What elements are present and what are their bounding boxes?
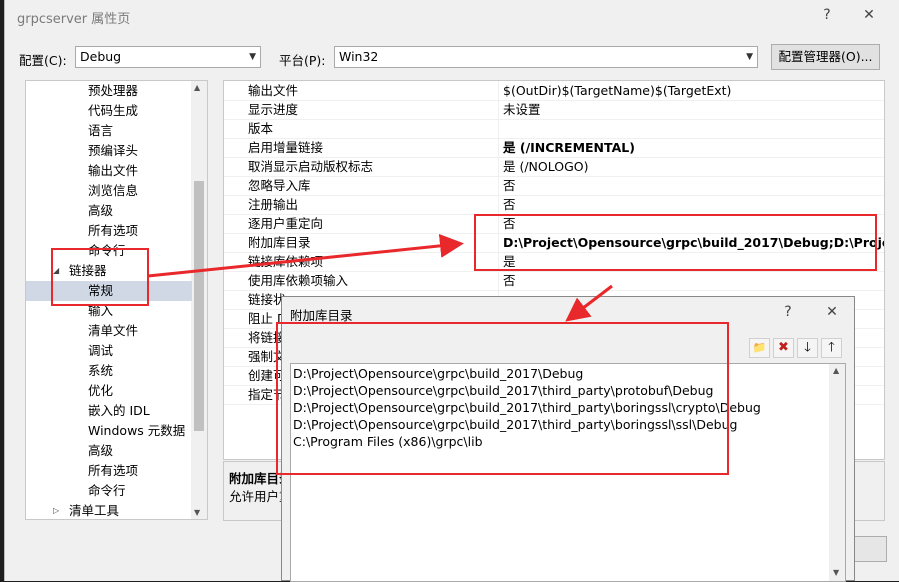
property-row[interactable]: 版本 (224, 120, 884, 139)
property-row[interactable]: 注册输出 否 (224, 196, 884, 215)
tree-item-label: 代码生成 (88, 103, 139, 118)
dialog-close-button[interactable]: ✕ (818, 301, 846, 323)
config-select[interactable]: Debug ▼ (75, 46, 261, 68)
tree-item[interactable]: 调试 (26, 341, 192, 361)
config-label: 配置(C): (19, 53, 67, 68)
tree-item-label: 优化 (88, 383, 114, 398)
annotation-box-dialog (276, 322, 729, 475)
tree-item[interactable]: 高级 (26, 441, 192, 461)
property-row[interactable]: 忽略导入库 否 (224, 177, 884, 196)
property-name: 取消显示启动版权标志 (248, 159, 374, 174)
property-value[interactable]: $(OutDir)$(TargetName)$(TargetExt) (503, 82, 731, 100)
tree-item-label: 调试 (88, 343, 114, 358)
tree-item[interactable]: 语言 (26, 121, 192, 141)
platform-label: 平台(P): (279, 53, 326, 68)
tree-item[interactable]: 系统 (26, 361, 192, 381)
tree-item[interactable]: 优化 (26, 381, 192, 401)
property-name: 使用库依赖项输入 (248, 273, 349, 288)
property-name: 启用增量链接 (248, 140, 324, 155)
property-name: 附加库目录 (248, 235, 311, 250)
platform-value: Win32 (339, 49, 379, 64)
tree-scrollbar[interactable]: ▲ ▼ (191, 81, 207, 519)
tree-item-label: 预编译头 (88, 143, 139, 158)
tree-item-label: 语言 (88, 123, 114, 138)
tree-item[interactable]: 嵌入的 IDL (26, 401, 192, 421)
tree-item-label: 预处理器 (88, 83, 139, 98)
tree-item[interactable]: 所有选项 (26, 461, 192, 481)
tree-item-label: 系统 (88, 363, 114, 378)
move-down-icon[interactable]: 🡓 (797, 338, 818, 358)
tree-item-label: 所有选项 (88, 463, 139, 478)
tree-item[interactable]: 清单文件 (26, 321, 192, 341)
scroll-down-icon[interactable]: ▼ (833, 568, 839, 577)
tree-item-label: 高级 (88, 443, 114, 458)
tree-item[interactable]: 预编译头 (26, 141, 192, 161)
close-button[interactable]: ✕ (855, 4, 883, 26)
annotation-box-tree (51, 248, 149, 306)
window-title: grpcserver 属性页 (17, 12, 131, 27)
tree-item-label: 所有选项 (88, 223, 139, 238)
tree-item-label: 清单文件 (88, 323, 139, 338)
chevron-down-icon: ▼ (746, 52, 753, 62)
move-up-icon[interactable]: 🡑 (821, 338, 842, 358)
property-row[interactable]: 输出文件 $(OutDir)$(TargetName)$(TargetExt) (224, 82, 884, 101)
scroll-down-icon[interactable]: ▼ (194, 508, 200, 517)
delete-icon[interactable]: ✖ (773, 338, 794, 358)
property-name: 版本 (248, 121, 274, 136)
scroll-up-icon[interactable]: ▲ (194, 83, 200, 92)
tree-item-label: 高级 (88, 203, 114, 218)
property-name: 输出文件 (248, 83, 299, 98)
annotation-box-grid (474, 214, 877, 271)
property-value[interactable]: 是 (/INCREMENTAL) (503, 139, 635, 157)
scroll-up-icon[interactable]: ▲ (833, 366, 839, 375)
tree-item-label: 命令行 (88, 483, 126, 498)
apply-button-fragment[interactable] (853, 536, 887, 562)
property-value[interactable]: 否 (503, 272, 516, 290)
tree-item[interactable]: 命令行 (26, 481, 192, 501)
property-name: 链接库依赖项 (248, 254, 324, 269)
property-value[interactable]: 未设置 (503, 101, 541, 119)
tree-item-label: 浏览信息 (88, 183, 139, 198)
tree-item-label: 输出文件 (88, 163, 139, 178)
tree-item[interactable]: 高级 (26, 201, 192, 221)
tree-item[interactable]: ▷ 清单工具 (26, 501, 192, 519)
property-row[interactable]: 启用增量链接 是 (/INCREMENTAL) (224, 139, 884, 158)
property-value[interactable]: 否 (503, 177, 516, 195)
property-row[interactable]: 使用库依赖项输入 否 (224, 272, 884, 291)
tree-item[interactable]: 浏览信息 (26, 181, 192, 201)
property-name: 逐用户重定向 (248, 216, 324, 231)
list-scrollbar[interactable]: ▲ ▼ (829, 364, 845, 581)
property-row[interactable]: 取消显示启动版权标志 是 (/NOLOGO) (224, 158, 884, 177)
dialog-help-button[interactable]: ? (774, 301, 802, 323)
new-folder-icon[interactable]: 📁 (749, 338, 770, 358)
help-button[interactable]: ? (813, 4, 841, 26)
property-row[interactable]: 显示进度 未设置 (224, 101, 884, 120)
property-name: 注册输出 (248, 197, 299, 212)
tree-scroll-thumb[interactable] (194, 181, 204, 431)
config-manager-button[interactable]: 配置管理器(O)... (771, 44, 880, 70)
tree-item[interactable]: 输出文件 (26, 161, 192, 181)
chevron-down-icon: ▼ (249, 52, 256, 62)
tree-item[interactable]: 所有选项 (26, 221, 192, 241)
property-name: 显示进度 (248, 102, 299, 117)
expander-icon[interactable]: ▷ (53, 501, 59, 519)
property-value[interactable]: 否 (503, 196, 516, 214)
platform-select[interactable]: Win32 ▼ (334, 46, 758, 68)
tree-item[interactable]: Windows 元数据 (26, 421, 192, 441)
tree-item[interactable]: 预处理器 (26, 81, 192, 101)
tree-item-label: 嵌入的 IDL (88, 403, 150, 418)
config-value: Debug (80, 49, 122, 64)
property-value[interactable]: 是 (/NOLOGO) (503, 158, 589, 176)
property-name: 链接状 (248, 292, 286, 307)
property-name: 忽略导入库 (248, 178, 311, 193)
tree-item-label: Windows 元数据 (88, 423, 186, 438)
tree-item-label: 清单工具 (69, 503, 120, 518)
tree-item[interactable]: 代码生成 (26, 101, 192, 121)
